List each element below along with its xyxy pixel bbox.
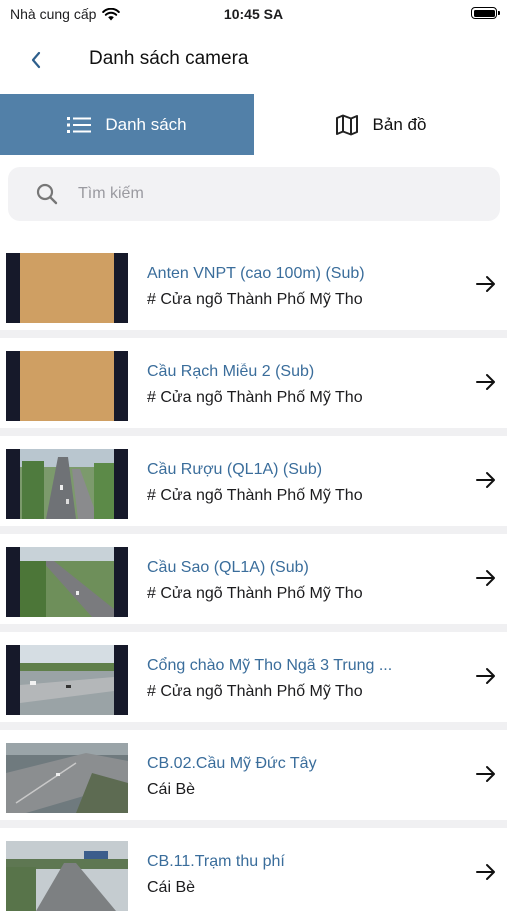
map-icon (335, 114, 358, 135)
search-bar (8, 167, 500, 221)
camera-area: Cái Bè (147, 781, 196, 798)
back-button[interactable] (24, 46, 48, 74)
clock: 10:45 SA (223, 6, 284, 22)
camera-thumbnail (6, 841, 128, 911)
arrow-right-icon (476, 570, 495, 586)
camera-area: # Cửa ngõ Thành Phố Mỹ Tho (147, 389, 363, 406)
list-icon (67, 116, 92, 133)
camera-name: Cầu Rượu (QL1A) (Sub) (147, 461, 323, 478)
camera-item[interactable]: Cầu Sao (QL1A) (Sub) # Cửa ngõ Thành Phố… (0, 534, 507, 624)
camera-thumbnail (6, 449, 128, 519)
arrow-right-icon (476, 276, 495, 292)
camera-thumbnail (6, 253, 128, 323)
search-input[interactable] (76, 184, 460, 204)
list-separator (0, 722, 507, 730)
camera-area: # Cửa ngõ Thành Phố Mỹ Tho (147, 585, 363, 602)
camera-item[interactable]: Cầu Rạch Miễu 2 (Sub) # Cửa ngõ Thành Ph… (0, 338, 507, 428)
camera-name: Cổng chào Mỹ Tho Ngã 3 Trung ... (147, 657, 393, 674)
arrow-right-icon (476, 864, 495, 880)
navigation-bar: Danh sách camera (0, 38, 507, 82)
tab-list-label: Danh sách (105, 114, 187, 134)
arrow-right-icon (476, 766, 495, 782)
camera-item[interactable]: CB.02.Cầu Mỹ Đức Tây Cái Bè (0, 730, 507, 820)
camera-list: Anten VNPT (cao 100m) (Sub) # Cửa ngõ Th… (0, 240, 507, 918)
camera-item[interactable]: Anten VNPT (cao 100m) (Sub) # Cửa ngõ Th… (0, 240, 507, 330)
camera-name: Cầu Rạch Miễu 2 (Sub) (147, 363, 315, 380)
camera-thumbnail (6, 743, 128, 813)
camera-name: Anten VNPT (cao 100m) (Sub) (147, 265, 365, 282)
arrow-right-icon (476, 472, 495, 488)
chevron-left-icon (31, 51, 41, 69)
camera-name: CB.02.Cầu Mỹ Đức Tây (147, 755, 317, 772)
page-title: Danh sách camera (89, 48, 249, 69)
camera-area: # Cửa ngõ Thành Phố Mỹ Tho (147, 683, 363, 700)
camera-area: # Cửa ngõ Thành Phố Mỹ Tho (147, 487, 363, 504)
camera-item[interactable]: CB.11.Trạm thu phí Cái Bè (0, 828, 507, 918)
search-icon (36, 183, 58, 205)
list-separator (0, 330, 507, 338)
camera-thumbnail (6, 351, 128, 421)
camera-area: # Cửa ngõ Thành Phố Mỹ Tho (147, 291, 363, 308)
view-tabs: Danh sách Bản đồ (0, 94, 507, 155)
battery-icon (471, 7, 500, 19)
camera-area: Cái Bè (147, 879, 196, 896)
camera-item[interactable]: Cổng chào Mỹ Tho Ngã 3 Trung ... # Cửa n… (0, 632, 507, 722)
camera-name: CB.11.Trạm thu phí (147, 853, 285, 870)
list-separator (0, 526, 507, 534)
list-separator (0, 624, 507, 632)
status-bar: Nhà cung cấp 10:45 SA (0, 0, 507, 30)
tab-map[interactable]: Bản đồ (254, 94, 507, 155)
tab-list[interactable]: Danh sách (0, 94, 254, 155)
camera-name: Cầu Sao (QL1A) (Sub) (147, 559, 309, 576)
list-separator (0, 820, 507, 828)
arrow-right-icon (476, 668, 495, 684)
arrow-right-icon (476, 374, 495, 390)
tab-map-label: Bản đồ (372, 114, 427, 134)
camera-thumbnail (6, 547, 128, 617)
list-separator (0, 428, 507, 436)
camera-thumbnail (6, 645, 128, 715)
camera-item[interactable]: Cầu Rượu (QL1A) (Sub) # Cửa ngõ Thành Ph… (0, 436, 507, 526)
